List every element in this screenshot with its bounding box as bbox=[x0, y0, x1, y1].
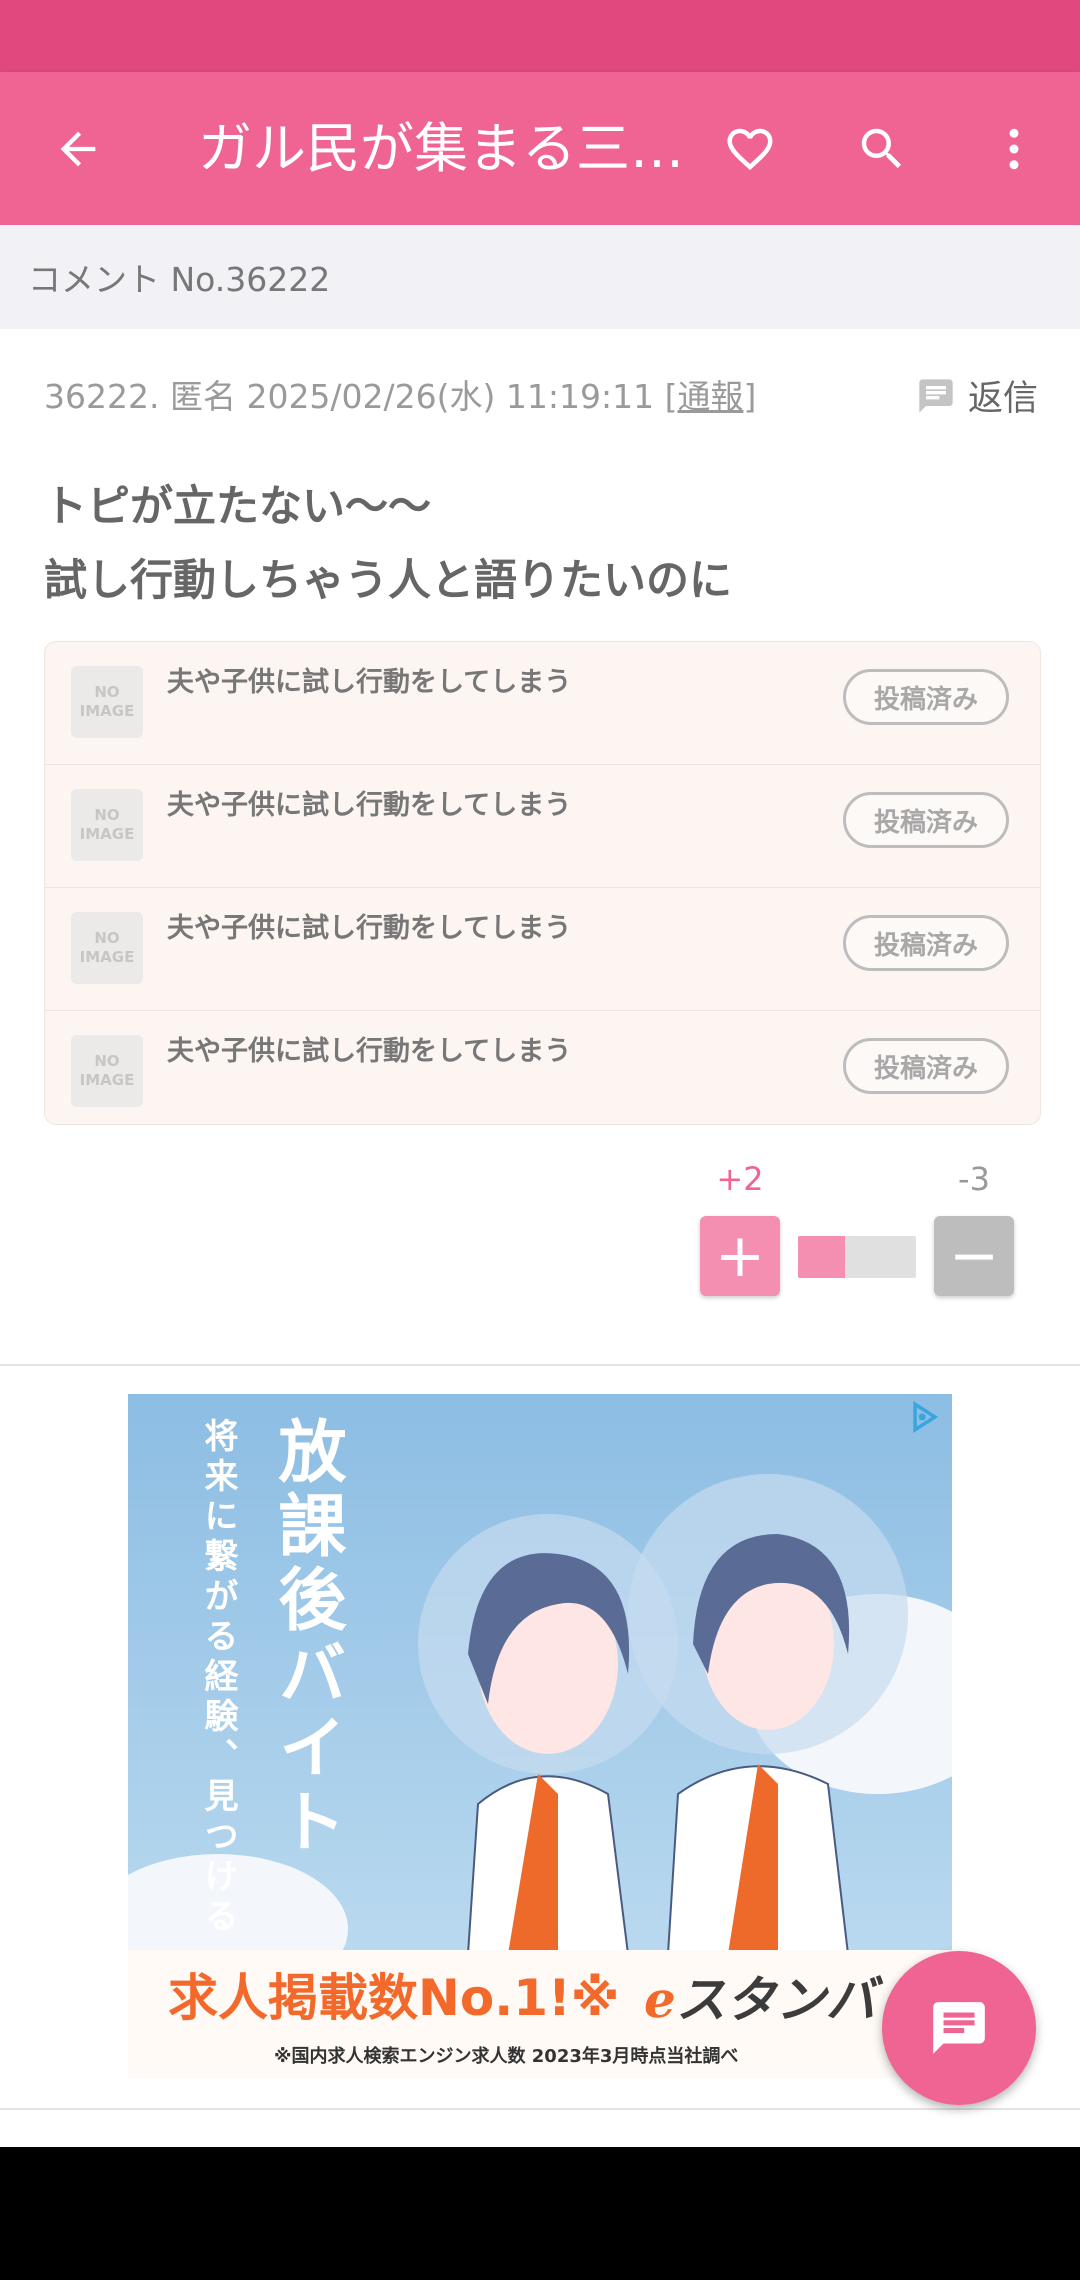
back-button[interactable] bbox=[30, 72, 126, 225]
no-image-thumbnail: NO IMAGE bbox=[71, 1035, 143, 1107]
favorite-button[interactable] bbox=[702, 72, 798, 225]
more-vert-icon bbox=[1009, 128, 1019, 169]
minus-vote-button[interactable]: − bbox=[934, 1216, 1014, 1296]
comment-number-label: コメント No.36222 bbox=[28, 260, 331, 299]
ad-headline: 求人掲載数No.1!※ bbox=[168, 1969, 620, 2027]
report-link[interactable]: 通報 bbox=[677, 377, 743, 416]
status-bar bbox=[0, 0, 1080, 72]
comment-icon bbox=[919, 378, 953, 413]
more-options-button[interactable] bbox=[966, 72, 1062, 225]
page-title: ガル民が集まる三… bbox=[198, 117, 684, 180]
comment-meta: 36222. 匿名 2025/02/26(水) 11:19:11 [通報] bbox=[44, 370, 756, 418]
report-bracket-close: ] bbox=[743, 377, 757, 416]
comment-fab[interactable] bbox=[882, 1951, 1036, 2105]
ad-choices-icon[interactable] bbox=[908, 1400, 942, 1434]
plus-vote-count: +2 bbox=[716, 1160, 764, 1198]
report-bracket-open: [ bbox=[664, 377, 678, 416]
topic-title: 夫や子供に試し行動をしてしまう bbox=[167, 913, 572, 944]
ad-vertical-subtitle: 将来に繋がる経験、見つける bbox=[198, 1418, 238, 1938]
no-image-thumbnail: NO IMAGE bbox=[71, 789, 143, 861]
app-bar: ガル民が集まる三… bbox=[0, 72, 1080, 225]
comment-body: トピが立たない〜〜 試し行動しちゃう人と語りたいのに bbox=[44, 470, 732, 618]
topic-row[interactable]: NO IMAGE 夫や子供に試し行動をしてしまう 投稿済み bbox=[45, 888, 1040, 1011]
minus-vote-count: -3 bbox=[958, 1160, 990, 1198]
comment-meta-text: 36222. 匿名 2025/02/26(水) 11:19:11 bbox=[44, 377, 655, 416]
topic-row[interactable]: NO IMAGE 夫や子供に試し行動をしてしまう 投稿済み bbox=[45, 642, 1040, 765]
ad-brand: ℯスタンバ bbox=[644, 1960, 876, 2032]
posted-button[interactable]: 投稿済み bbox=[843, 915, 1009, 971]
posted-button[interactable]: 投稿済み bbox=[843, 669, 1009, 725]
comment-body-line1: トピが立たない〜〜 bbox=[44, 482, 431, 532]
ad-vertical-title: 放課後バイト bbox=[266, 1416, 345, 1860]
chat-icon bbox=[933, 2002, 985, 2054]
posted-button[interactable]: 投稿済み bbox=[843, 792, 1009, 848]
heart-icon bbox=[727, 128, 773, 170]
divider bbox=[0, 2108, 1080, 2110]
vote-ratio-fill bbox=[798, 1236, 846, 1278]
no-image-thumbnail: NO IMAGE bbox=[71, 912, 143, 984]
topic-row[interactable]: NO IMAGE 夫や子供に試し行動をしてしまう 投稿済み bbox=[45, 1011, 1040, 1124]
posted-button[interactable]: 投稿済み bbox=[843, 1038, 1009, 1094]
search-icon bbox=[861, 128, 902, 168]
related-topic-list: NO IMAGE 夫や子供に試し行動をしてしまう 投稿済み NO IMAGE 夫や子… bbox=[44, 641, 1041, 1125]
brand-logo-icon: ℯ bbox=[644, 1971, 676, 2029]
ad-footnote: ※国内求人検索エンジン求人数 2023年3月時点当社調べ bbox=[274, 2046, 739, 2067]
topic-title: 夫や子供に試し行動をしてしまう bbox=[167, 667, 572, 698]
reply-label: 返信 bbox=[968, 379, 1039, 419]
reply-button[interactable]: 返信 bbox=[916, 370, 1038, 421]
ad-banner[interactable]: 放課後バイト 将来に繋がる経験、見つける 求人掲載数No.1!※ ℯスタンバ ※… bbox=[128, 1394, 952, 2078]
divider bbox=[0, 1364, 1080, 1366]
plus-vote-button[interactable]: + bbox=[700, 1216, 780, 1296]
ad-footer: 求人掲載数No.1!※ ℯスタンバ ※国内求人検索エンジン求人数 2023年3月… bbox=[128, 1950, 952, 2078]
search-button[interactable] bbox=[834, 72, 930, 225]
no-image-thumbnail: NO IMAGE bbox=[71, 666, 143, 738]
comment-body-line2: 試し行動しちゃう人と語りたいのに bbox=[44, 556, 732, 606]
ad-illustration bbox=[418, 1474, 908, 1954]
topic-title: 夫や子供に試し行動をしてしまう bbox=[167, 790, 572, 821]
vote-ratio-bar bbox=[798, 1236, 916, 1278]
navigation-bar-area bbox=[0, 2147, 1080, 2280]
back-arrow-icon bbox=[60, 131, 96, 166]
comment-number-header: コメント No.36222 bbox=[0, 225, 1080, 329]
topic-row[interactable]: NO IMAGE 夫や子供に試し行動をしてしまう 投稿済み bbox=[45, 765, 1040, 888]
ad-brand-name: スタンバ bbox=[675, 1971, 876, 2029]
topic-title: 夫や子供に試し行動をしてしまう bbox=[167, 1036, 572, 1067]
